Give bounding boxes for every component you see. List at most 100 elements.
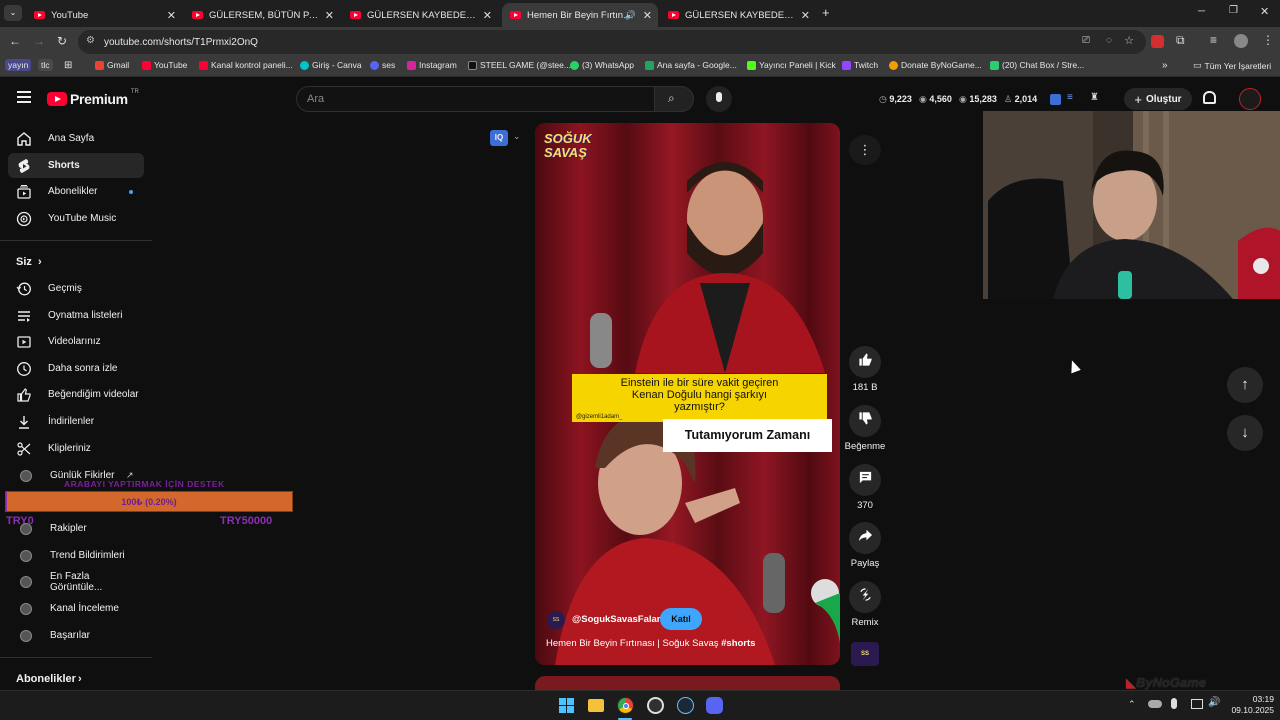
shorts-hashtag[interactable]: #shorts: [721, 638, 755, 649]
obs-icon[interactable]: [647, 697, 664, 714]
bookmark-google-drive[interactable]: Ana sayfa - Google...: [645, 60, 737, 70]
bookmark-kick[interactable]: Yayıncı Paneli | Kick: [747, 60, 836, 70]
sidebar-item-home[interactable]: Ana Sayfa: [8, 126, 144, 151]
star-icon[interactable]: ☆: [1124, 34, 1134, 47]
close-tab-icon[interactable]: ✕: [325, 9, 334, 22]
close-window-button[interactable]: ✕: [1260, 5, 1269, 18]
previous-short-button[interactable]: ↑: [1227, 367, 1263, 403]
extension-list-icon[interactable]: ≡: [1067, 92, 1073, 103]
minimize-button[interactable]: ─: [1198, 6, 1205, 17]
site-info-icon[interactable]: ⚙: [86, 35, 95, 46]
sidebar-you-header[interactable]: Siz ›: [8, 249, 144, 274]
bookmark-twitch[interactable]: Twitch: [842, 60, 878, 70]
next-short-button[interactable]: ↓: [1227, 415, 1263, 451]
tab-video-3[interactable]: GÜLERSEN KAYBEDERSİN w/ @✕: [660, 3, 816, 27]
bookmark-yayin[interactable]: yayın: [5, 59, 32, 71]
eye-off-icon[interactable]: ◌: [1106, 35, 1112, 46]
more-bookmarks-icon[interactable]: »: [1162, 60, 1168, 71]
more-options-icon[interactable]: ⋮: [849, 135, 881, 165]
remix-button[interactable]: [849, 581, 881, 613]
channel-handle[interactable]: @SogukSavasFalan: [572, 614, 663, 625]
forward-icon[interactable]: →: [33, 34, 45, 48]
create-button[interactable]: + Oluştur: [1124, 88, 1192, 110]
apps-grid-icon[interactable]: ⊞: [64, 60, 72, 71]
next-short-preview[interactable]: [535, 676, 840, 690]
tab-video-2[interactable]: GÜLERSEN KAYBEDERSİN w/ @✕: [342, 3, 498, 27]
sidebar-item-playlists[interactable]: Oynatma listeleri: [8, 303, 144, 328]
extensions-icon[interactable]: ⧉: [1176, 33, 1185, 48]
address-bar[interactable]: ⚙ youtube.com/shorts/T1Prmxi2OnQ ⎚ ◌ ☆: [78, 30, 1146, 54]
comments-button[interactable]: [849, 464, 881, 496]
close-tab-icon[interactable]: ✕: [801, 9, 810, 22]
extension-iq-icon[interactable]: [1050, 94, 1061, 105]
close-tab-icon[interactable]: ✕: [167, 9, 176, 22]
onedrive-icon[interactable]: [1148, 700, 1162, 708]
audio-source-thumbnail[interactable]: SS: [851, 642, 879, 666]
sidebar-item-downloads[interactable]: İndirilenler: [8, 409, 144, 434]
reading-list-icon[interactable]: ≡: [1210, 33, 1217, 47]
iq-extension-badge[interactable]: IQ: [490, 130, 508, 146]
back-icon[interactable]: ←: [9, 34, 21, 48]
bookmark-bynogame[interactable]: Donate ByNoGame...: [889, 60, 982, 70]
sidebar-item-clips[interactable]: Klipleriniz: [8, 436, 144, 461]
file-explorer-icon[interactable]: [588, 699, 604, 712]
extension-trophy-icon[interactable]: ♜: [1090, 92, 1099, 103]
voice-search-button[interactable]: [706, 86, 732, 112]
sidebar-channel-basarilar[interactable]: Başarılar: [8, 623, 144, 648]
sidebar-item-history[interactable]: Geçmiş: [8, 276, 144, 301]
profile-avatar[interactable]: [1234, 34, 1248, 48]
sidebar-channel-trend[interactable]: Trend Bildirimleri: [8, 543, 144, 568]
steam-icon[interactable]: [677, 697, 694, 714]
bookmark-canva[interactable]: Giriş - Canva: [300, 60, 362, 70]
bookmark-steelgame[interactable]: STEEL GAME (@stee...: [468, 60, 571, 70]
bookmark-instagram[interactable]: Instagram: [407, 60, 457, 70]
reload-icon[interactable]: ↻: [57, 34, 67, 48]
tab-youtube[interactable]: YouTube ✕: [26, 3, 182, 27]
network-icon[interactable]: [1191, 699, 1203, 709]
close-tab-icon[interactable]: ✕: [643, 9, 652, 22]
sidebar-item-shorts[interactable]: Shorts: [8, 153, 144, 178]
discord-icon[interactable]: [706, 697, 723, 714]
channel-avatar[interactable]: SS: [547, 611, 565, 629]
bookmark-gmail[interactable]: Gmail: [95, 60, 129, 70]
browser-menu-icon[interactable]: ⋮: [1262, 33, 1274, 47]
short-video-player[interactable]: SOĞUK SAVAŞ Einstein ile bir süre vakit …: [535, 123, 840, 665]
search-button[interactable]: ⌕: [654, 86, 694, 112]
channel-avatar[interactable]: [1239, 88, 1261, 110]
close-tab-icon[interactable]: ✕: [483, 9, 492, 22]
sidebar-item-your-videos[interactable]: Videolarınız: [8, 329, 144, 354]
search-input[interactable]: Ara: [296, 86, 655, 112]
bookmark-chatbox[interactable]: (20) Chat Box / Stre...: [990, 60, 1084, 70]
sidebar-subscriptions-header[interactable]: Abonelikler ›: [8, 666, 144, 691]
notifications-bell-icon[interactable]: [1203, 91, 1216, 104]
volume-icon[interactable]: 🔊: [1208, 697, 1220, 708]
sidebar-item-watch-later[interactable]: Daha sonra izle: [8, 356, 144, 381]
bookmark-tlc[interactable]: tlc: [38, 59, 53, 71]
chevron-down-icon[interactable]: ⌄: [513, 131, 521, 142]
tab-active-short[interactable]: Hemen Bir Beyin Fırtınası | S🔊✕: [502, 3, 658, 27]
tab-search-button[interactable]: ⌄: [4, 5, 22, 21]
dislike-button[interactable]: [849, 405, 881, 437]
restore-button[interactable]: ❐: [1229, 5, 1238, 16]
install-icon[interactable]: ⎚: [1082, 35, 1090, 46]
all-bookmarks-folder[interactable]: ▭ Tüm Yer İşaretleri: [1193, 60, 1271, 71]
bookmark-kanal[interactable]: Kanal kontrol paneli...: [199, 60, 293, 70]
audio-playing-icon[interactable]: 🔊: [625, 10, 636, 21]
sidebar-item-liked-videos[interactable]: Beğendiğim videolar: [8, 382, 144, 407]
like-button[interactable]: [849, 346, 881, 378]
new-tab-button[interactable]: +: [822, 5, 830, 20]
sidebar-item-youtube-music[interactable]: YouTube Music: [8, 206, 144, 231]
chrome-icon[interactable]: [617, 697, 634, 714]
join-button[interactable]: Katıl: [660, 608, 702, 630]
youtube-logo[interactable]: Premium TR: [47, 89, 139, 107]
bookmark-ses[interactable]: ses: [370, 60, 395, 70]
adblock-icon[interactable]: [1151, 35, 1164, 48]
bookmark-whatsapp[interactable]: (3) WhatsApp: [570, 60, 634, 70]
sidebar-item-subscriptions[interactable]: Abonelikler: [8, 179, 144, 204]
sidebar-channel-kanal-inceleme[interactable]: Kanal İnceleme: [8, 596, 144, 621]
sidebar-channel-en-fazla[interactable]: En Fazla Görüntüle...: [8, 569, 144, 594]
tab-video-1[interactable]: GÜLERSEM, BÜTÜN PARAM Gİ✕: [184, 3, 340, 27]
share-button[interactable]: [849, 522, 881, 554]
windows-start-icon[interactable]: [559, 698, 574, 713]
tray-chevron-icon[interactable]: ⌃: [1128, 699, 1136, 710]
